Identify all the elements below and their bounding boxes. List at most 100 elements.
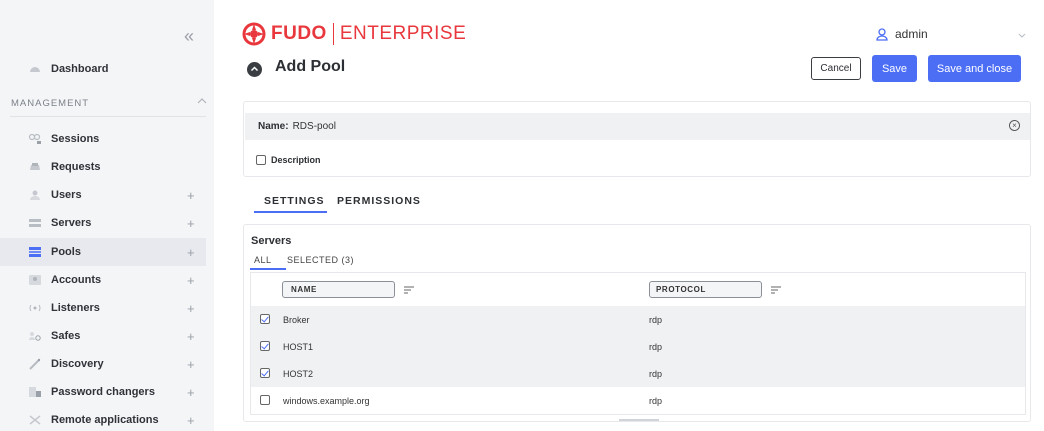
chevron-down-icon[interactable]	[1018, 30, 1026, 40]
chevron-up-icon[interactable]	[197, 96, 207, 107]
sessions-icon	[28, 133, 42, 145]
sidebar-item-label: Password changers	[51, 386, 155, 398]
pools-icon	[28, 246, 42, 258]
save-and-close-button[interactable]: Save and close	[928, 55, 1021, 82]
tab-settings[interactable]: SETTINGS	[264, 195, 325, 207]
section-header-management: MANAGEMENT	[11, 98, 90, 109]
servers-title: Servers	[251, 235, 292, 247]
name-value[interactable]: RDS-pool	[293, 121, 336, 132]
servers-table: NAME PROTOCOL Broker rdp HOST1 rdp HOST2…	[250, 272, 1026, 415]
logo-brand: FUDO	[271, 23, 327, 44]
sidebar-item-label: Servers	[51, 217, 92, 229]
table-row[interactable]: Broker rdp	[251, 306, 1025, 333]
sidebar-item-safes[interactable]: Safes +	[0, 322, 214, 350]
active-subtab-indicator	[250, 268, 286, 270]
divider	[10, 116, 206, 117]
resize-handle[interactable]	[619, 419, 659, 421]
pool-form: Name: RDS-pool × Description	[243, 101, 1031, 177]
sidebar-item-label: Listeners	[51, 302, 100, 314]
add-password-changer-icon[interactable]: +	[187, 385, 195, 400]
logo-product: ENTERPRISE	[339, 23, 467, 44]
sidebar-item-listeners[interactable]: Listeners +	[0, 294, 214, 322]
sidebar-item-label: Sessions	[51, 133, 100, 145]
sidebar-item-password-changers[interactable]: Password changers +	[0, 378, 214, 406]
cancel-button[interactable]: Cancel	[811, 57, 861, 80]
cell-protocol: rdp	[649, 314, 663, 325]
description-toggle[interactable]: Description	[256, 155, 321, 165]
dashboard-icon	[28, 63, 42, 75]
tab-permissions[interactable]: PERMISSIONS	[337, 195, 421, 207]
page-title: Add Pool	[275, 58, 346, 75]
cell-protocol: rdp	[649, 341, 663, 352]
discovery-icon	[28, 358, 42, 370]
user-name: admin	[895, 27, 928, 41]
safes-icon	[28, 330, 42, 342]
sidebar-item-sessions[interactable]: Sessions	[0, 125, 214, 153]
sidebar-item-accounts[interactable]: Accounts +	[0, 266, 214, 294]
row-checkbox[interactable]	[260, 341, 270, 351]
requests-icon	[28, 161, 42, 173]
sort-icon[interactable]	[403, 285, 415, 295]
collapse-sidebar-icon[interactable]: «	[184, 27, 194, 45]
cell-protocol: rdp	[649, 368, 663, 379]
subtab-selected[interactable]: SELECTED (3)	[287, 255, 354, 265]
remote-applications-icon	[28, 414, 42, 426]
add-pool-icon[interactable]: +	[187, 245, 195, 260]
servers-icon	[28, 217, 42, 229]
row-checkbox[interactable]	[260, 368, 270, 378]
sidebar-item-label: Pools	[51, 246, 81, 258]
password-changers-icon	[28, 386, 42, 398]
column-header-name[interactable]: NAME	[282, 281, 395, 298]
active-tab-indicator	[254, 211, 327, 213]
name-label: Name:	[258, 121, 289, 132]
sidebar-item-label: Accounts	[51, 274, 102, 286]
sort-icon[interactable]	[770, 285, 782, 295]
sidebar-item-label: Requests	[51, 161, 101, 173]
sidebar-item-label: Dashboard	[51, 63, 109, 75]
back-button[interactable]	[247, 62, 262, 77]
subtab-all[interactable]: ALL	[254, 255, 272, 265]
cell-name: HOST2	[283, 368, 314, 379]
clear-icon[interactable]: ×	[1009, 120, 1020, 131]
add-discovery-icon[interactable]: +	[187, 357, 195, 372]
sidebar-item-discovery[interactable]: Discovery +	[0, 350, 214, 378]
logo-divider	[332, 23, 334, 45]
sidebar-item-remote-applications[interactable]: Remote applications +	[0, 406, 214, 431]
sidebar-item-servers[interactable]: Servers +	[0, 209, 214, 237]
name-field[interactable]: Name: RDS-pool ×	[245, 113, 1030, 140]
arrow-up-icon	[250, 66, 259, 72]
add-safe-icon[interactable]: +	[187, 329, 195, 344]
sidebar-item-requests[interactable]: Requests	[0, 153, 214, 181]
table-header: NAME PROTOCOL	[251, 273, 1025, 304]
sidebar-item-label: Safes	[51, 330, 81, 342]
users-icon	[28, 189, 42, 201]
user-icon	[876, 27, 888, 41]
sidebar-item-label: Users	[51, 189, 82, 201]
sidebar-item-label: Remote applications	[51, 414, 159, 426]
cell-protocol: rdp	[649, 395, 663, 406]
sidebar-item-users[interactable]: Users +	[0, 181, 214, 209]
row-checkbox[interactable]	[260, 395, 270, 405]
cell-name: windows.example.org	[283, 395, 370, 406]
accounts-icon	[28, 274, 42, 286]
description-checkbox[interactable]	[256, 155, 266, 165]
listeners-icon	[28, 302, 42, 314]
sidebar-item-pools[interactable]: Pools +	[0, 238, 206, 266]
description-label: Description	[271, 155, 321, 165]
cell-name: Broker	[283, 314, 310, 325]
table-row[interactable]: HOST2 rdp	[251, 360, 1025, 387]
row-checkbox[interactable]	[260, 314, 270, 324]
add-account-icon[interactable]: +	[187, 273, 195, 288]
sidebar-item-label: Discovery	[51, 358, 104, 370]
table-row[interactable]: HOST1 rdp	[251, 333, 1025, 360]
table-row[interactable]: windows.example.org rdp	[251, 387, 1025, 414]
add-remote-application-icon[interactable]: +	[187, 413, 195, 428]
sidebar-item-dashboard[interactable]: Dashboard	[0, 55, 214, 83]
save-button[interactable]: Save	[872, 55, 917, 82]
user-menu[interactable]: admin	[876, 27, 1026, 41]
add-listener-icon[interactable]: +	[187, 301, 195, 316]
add-user-icon[interactable]: +	[187, 188, 195, 203]
column-header-protocol[interactable]: PROTOCOL	[649, 281, 762, 298]
fudo-logo-icon	[242, 22, 266, 46]
add-server-icon[interactable]: +	[187, 216, 195, 231]
